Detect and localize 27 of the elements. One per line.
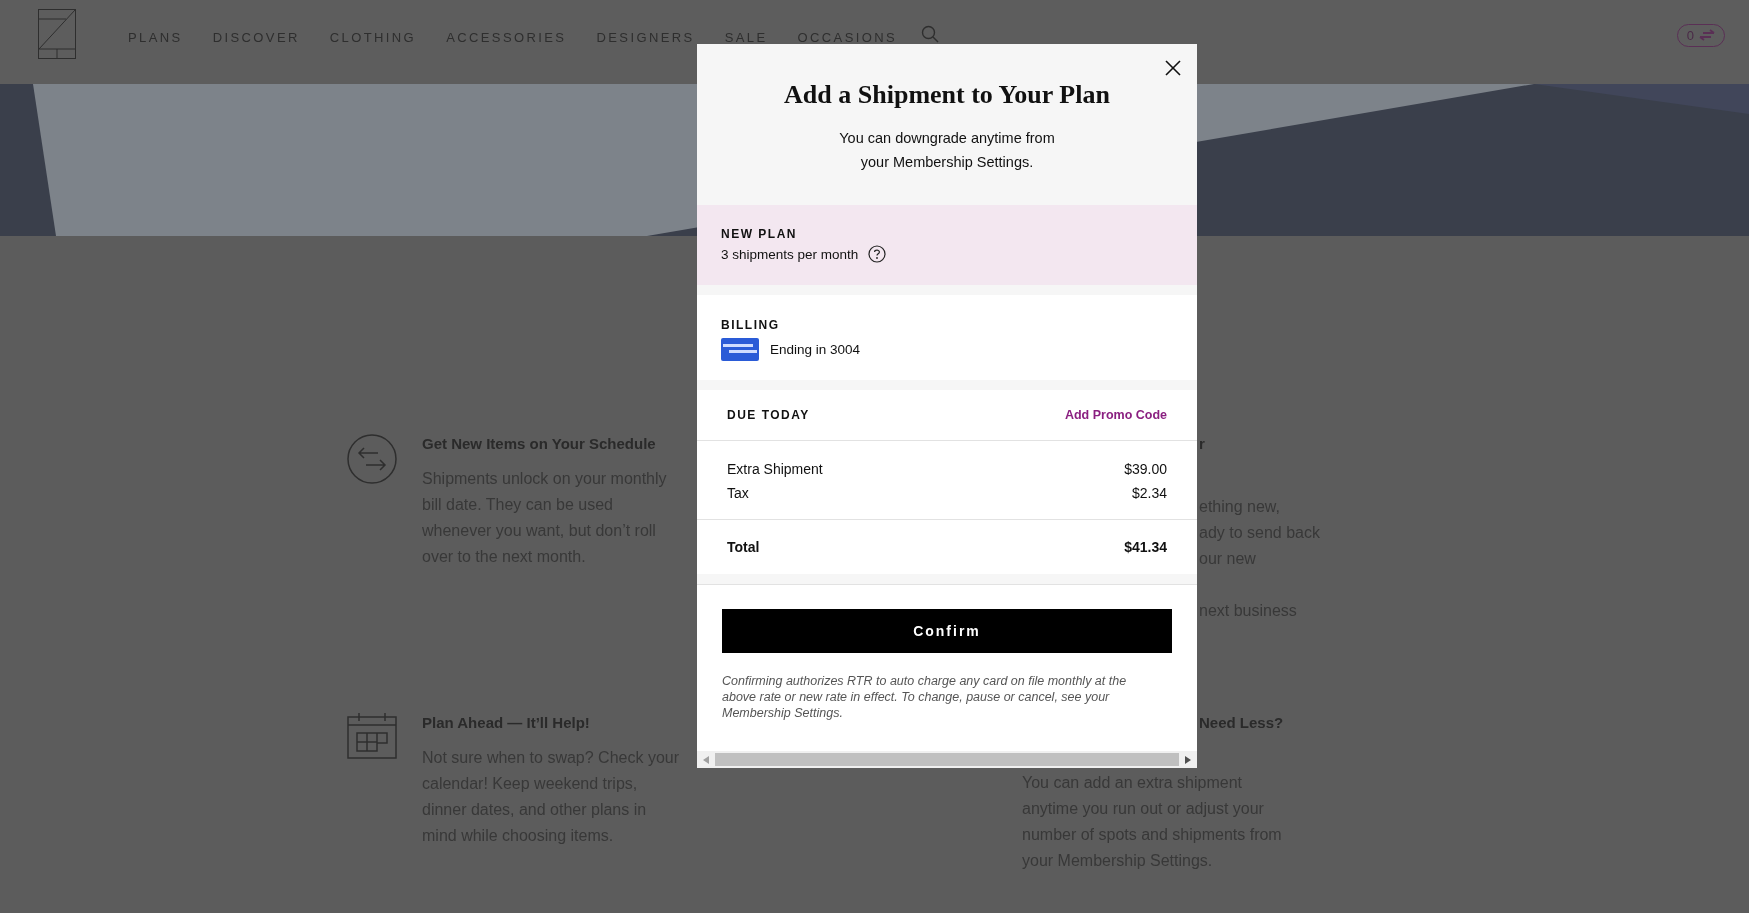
modal-title: Add a Shipment to Your Plan — [783, 80, 1111, 110]
horizontal-scrollbar[interactable] — [697, 751, 1197, 768]
total-amount: $41.34 — [1124, 539, 1167, 555]
total-label: Total — [727, 539, 760, 555]
calendar-icon — [347, 713, 397, 759]
card-ending: Ending in 3004 — [770, 342, 861, 357]
line-item-label: Extra Shipment — [727, 461, 823, 477]
scroll-left-icon[interactable] — [703, 755, 709, 764]
search-icon[interactable] — [921, 25, 940, 43]
close-icon[interactable] — [1165, 60, 1181, 76]
scroll-right-icon[interactable] — [1185, 755, 1191, 764]
logo-icon[interactable] — [38, 9, 76, 59]
card-icon — [721, 338, 759, 361]
line-item-amount: $39.00 — [1124, 461, 1167, 477]
plan-value: 3 shipments per month — [721, 246, 859, 262]
modal-subtitle: You can downgrade anytime from your Membership Settings. — [838, 129, 1056, 172]
swap-icon — [1699, 29, 1715, 41]
line-item-label: Tax — [727, 485, 749, 501]
section-label: NEW PLAN — [721, 227, 798, 241]
swap-arrows-icon — [347, 434, 397, 484]
line-item-amount: $2.34 — [1131, 485, 1167, 501]
help-icon[interactable] — [868, 245, 887, 263]
section-label: BILLING — [721, 318, 781, 332]
disclaimer-text: Confirming authorizes RTR to auto charge any card on file monthly at the above rate or new rate in effect. To change, pause or cancel, see your Membership Settings. — [722, 673, 1128, 721]
section-label: DUE TODAY — [727, 408, 810, 422]
promo-code-link[interactable]: Add Promo Code — [1064, 408, 1167, 422]
confirm-button[interactable]: Confirm — [722, 609, 1172, 653]
